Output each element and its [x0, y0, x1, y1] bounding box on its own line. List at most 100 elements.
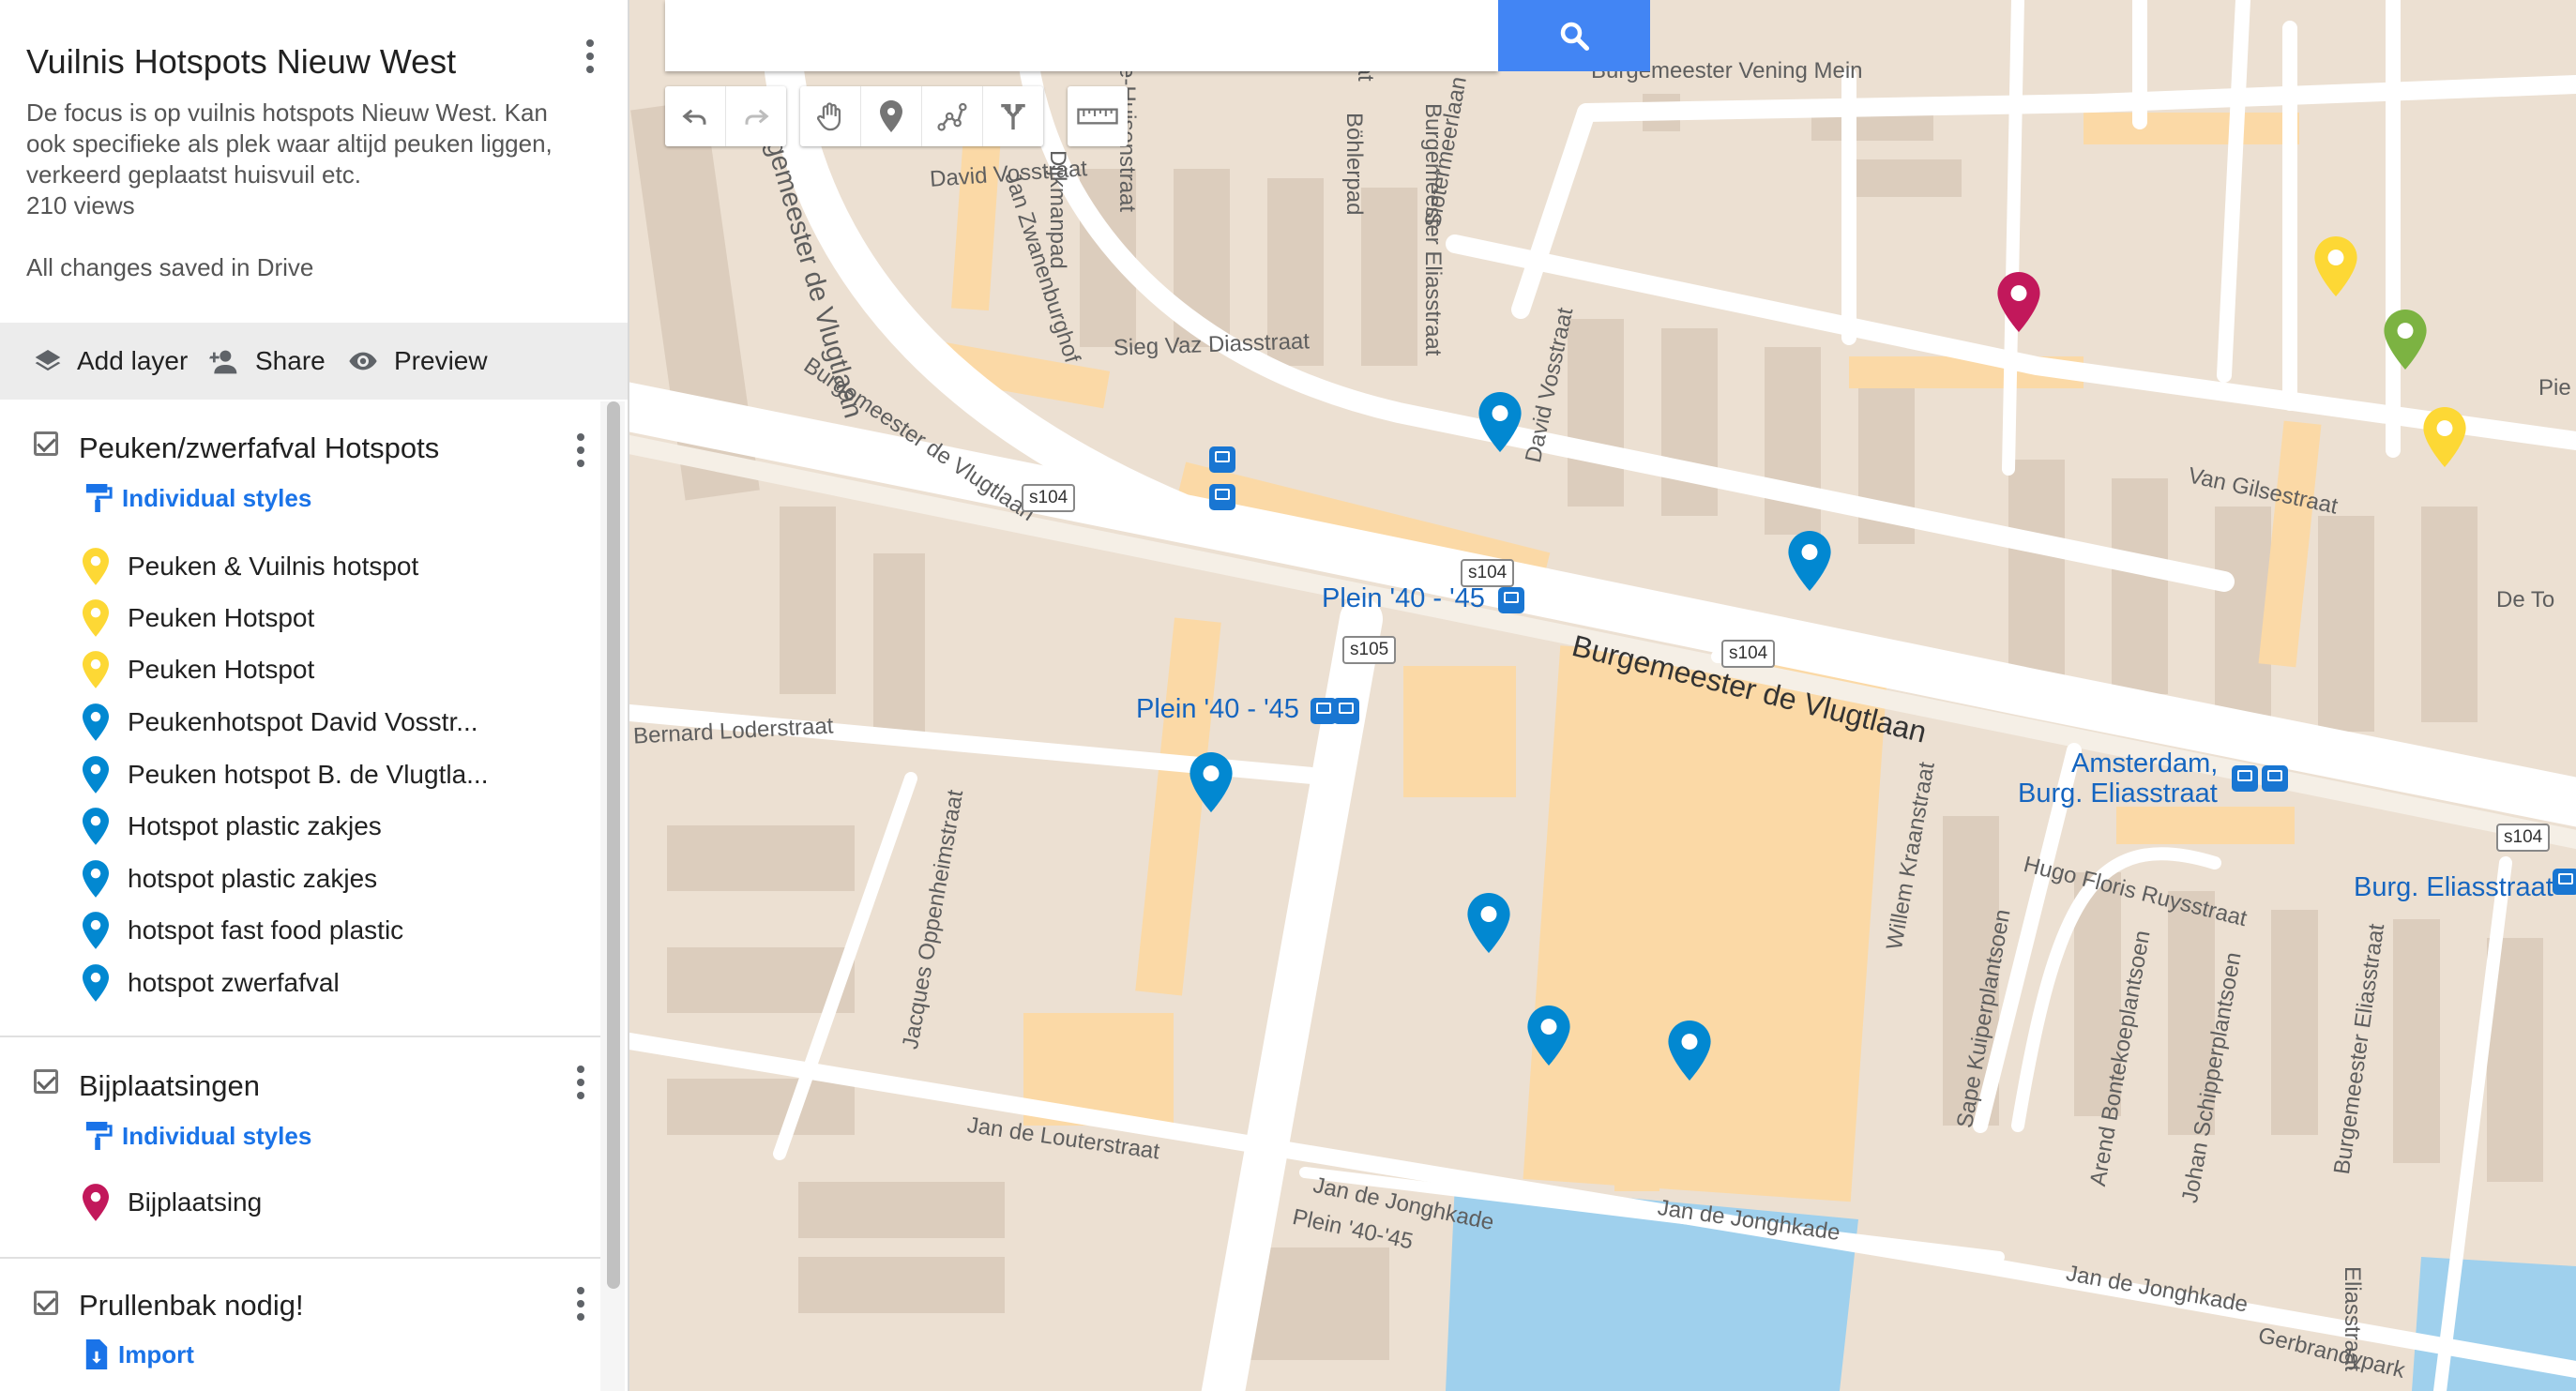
- item-label: Peukenhotspot David Vosstr...: [128, 707, 478, 736]
- more-vert-icon[interactable]: [574, 1066, 587, 1111]
- sidebar-toolbar: Add layer Share Preview: [0, 323, 628, 400]
- share-button[interactable]: Share: [205, 323, 326, 400]
- layer-peuken-zwerfafval: Peuken/zwerfafval Hotspots Individual st…: [0, 400, 600, 1037]
- street-label: Böhlerpad: [1341, 113, 1367, 216]
- map-title[interactable]: Vuilnis Hotspots Nieuw West: [26, 42, 456, 82]
- list-item[interactable]: Bijplaatsing: [83, 1184, 262, 1221]
- item-label: Bijplaatsing: [128, 1187, 263, 1217]
- map-pin-icon: [83, 599, 109, 637]
- description-line: De focus is op vuilnis hotspots Nieuw We…: [26, 98, 548, 127]
- transit-stop-label[interactable]: Plein '40 - '45: [1136, 694, 1299, 725]
- layers-icon: [35, 350, 61, 371]
- map-pin-icon: [83, 808, 109, 845]
- transit-stop-label[interactable]: Amsterdam,: [2071, 748, 2218, 779]
- import-link[interactable]: Import: [84, 1339, 194, 1369]
- bus-stop-icon[interactable]: [1333, 698, 1359, 724]
- map-pin-icon: [83, 703, 109, 741]
- search-button[interactable]: [1498, 0, 1650, 71]
- layer-checkbox[interactable]: [34, 1291, 58, 1315]
- map-pin-icon[interactable]: [2423, 407, 2466, 467]
- pan-tool-button[interactable]: [800, 86, 861, 146]
- list-item[interactable]: Peuken hotspot B. de Vlugtla...: [83, 756, 488, 794]
- view-count: 210 views: [26, 191, 135, 219]
- search-input[interactable]: [665, 0, 1498, 71]
- list-item[interactable]: hotspot zwerfafval: [83, 964, 340, 1002]
- map-pin-icon[interactable]: [1997, 272, 2040, 332]
- transit-stop-label[interactable]: Burg. Eliasstraat: [2018, 779, 2218, 809]
- bus-stop-icon[interactable]: [2262, 765, 2288, 792]
- map-pin-icon: [83, 860, 109, 898]
- map-description[interactable]: De focus is op vuilnis hotspots Nieuw We…: [26, 98, 589, 221]
- marker-icon: [880, 100, 902, 132]
- individual-styles-link[interactable]: Individual styles: [84, 482, 311, 514]
- individual-styles-link[interactable]: Individual styles: [84, 1120, 311, 1152]
- map-pin-icon[interactable]: [1668, 1021, 1711, 1081]
- map-base: [629, 0, 2576, 1391]
- map-pin-icon: [83, 548, 109, 585]
- list-item[interactable]: Peuken & Vuilnis hotspot: [83, 548, 418, 585]
- transit-stop-label[interactable]: Burg. Eliasstraat: [2354, 872, 2553, 903]
- road-shield: s104: [1461, 559, 1515, 587]
- layer-checkbox[interactable]: [34, 1069, 58, 1094]
- list-item[interactable]: Peuken Hotspot: [83, 599, 314, 637]
- layer-prullenbak-nodig: Prullenbak nodig! Import: [0, 1259, 600, 1391]
- map-pin-icon: [83, 1184, 109, 1221]
- more-vert-icon[interactable]: [574, 1287, 587, 1332]
- layer-name[interactable]: Peuken/zwerfafval Hotspots: [79, 431, 439, 465]
- map-pin-icon[interactable]: [1467, 893, 1510, 953]
- bus-stop-icon[interactable]: [2232, 765, 2258, 792]
- hand-icon: [817, 102, 841, 131]
- list-item[interactable]: Hotspot plastic zakjes: [83, 808, 382, 845]
- save-status: All changes saved in Drive: [26, 253, 314, 281]
- item-label: hotspot fast food plastic: [128, 915, 404, 945]
- layer-bijplaatsingen: Bijplaatsingen Individual styles Bijplaa…: [0, 1037, 600, 1257]
- layer-name[interactable]: Bijplaatsingen: [79, 1069, 260, 1103]
- measure-button[interactable]: [1068, 86, 1128, 146]
- road-shield: s104: [1022, 484, 1076, 512]
- street-label: Eliasstraat: [2340, 1266, 2365, 1372]
- road-shield: s104: [2496, 824, 2551, 852]
- item-label: Peuken Hotspot: [128, 655, 315, 684]
- draw-line-icon: [937, 102, 967, 131]
- map-pin-icon[interactable]: [1478, 392, 1522, 452]
- paint-roller-icon: [85, 484, 113, 512]
- directions-button[interactable]: [983, 86, 1043, 146]
- map-pin-icon[interactable]: [2314, 236, 2357, 296]
- preview-button[interactable]: Preview: [343, 323, 488, 400]
- transit-stop-label[interactable]: Plein '40 - '45: [1322, 583, 1485, 614]
- map-canvas[interactable]: Burgemeester Vening Mein David Vosstraat…: [629, 0, 2576, 1391]
- draw-line-button[interactable]: [922, 86, 983, 146]
- map-pin-icon: [83, 964, 109, 1002]
- list-item[interactable]: Peukenhotspot David Vosstr...: [83, 703, 478, 741]
- bus-stop-icon[interactable]: [1209, 484, 1235, 510]
- layer-checkbox[interactable]: [34, 431, 58, 456]
- map-pin-icon[interactable]: [1527, 1005, 1570, 1066]
- layer-name[interactable]: Prullenbak nodig!: [79, 1289, 304, 1323]
- measure-tools: [1068, 86, 1128, 146]
- list-item[interactable]: hotspot plastic zakjes: [83, 860, 377, 898]
- map-pin-icon: [83, 912, 109, 949]
- list-item[interactable]: hotspot fast food plastic: [83, 912, 403, 949]
- more-vert-icon[interactable]: [583, 39, 597, 84]
- item-label: Peuken Hotspot: [128, 603, 315, 632]
- map-pin-icon[interactable]: [1190, 752, 1233, 812]
- redo-button[interactable]: [726, 86, 786, 146]
- add-layer-button[interactable]: Add layer: [30, 323, 188, 400]
- map-pin-icon[interactable]: [1788, 531, 1831, 591]
- preview-label: Preview: [394, 346, 488, 375]
- map-tools: [800, 86, 1043, 146]
- history-tools: [665, 86, 786, 146]
- more-vert-icon[interactable]: [574, 433, 587, 478]
- add-marker-button[interactable]: [861, 86, 922, 146]
- street-label: Pie: [2538, 375, 2571, 401]
- eye-icon: [349, 352, 377, 370]
- add-person-icon: [209, 350, 237, 374]
- item-label: Hotspot plastic zakjes: [128, 811, 382, 840]
- bus-stop-icon[interactable]: [2553, 869, 2576, 895]
- map-pin-icon[interactable]: [2384, 310, 2427, 370]
- undo-button[interactable]: [665, 86, 726, 146]
- bus-stop-icon[interactable]: [1209, 446, 1235, 473]
- scrollbar-thumb[interactable]: [607, 401, 620, 1289]
- bus-stop-icon[interactable]: [1498, 587, 1524, 613]
- list-item[interactable]: Peuken Hotspot: [83, 651, 314, 688]
